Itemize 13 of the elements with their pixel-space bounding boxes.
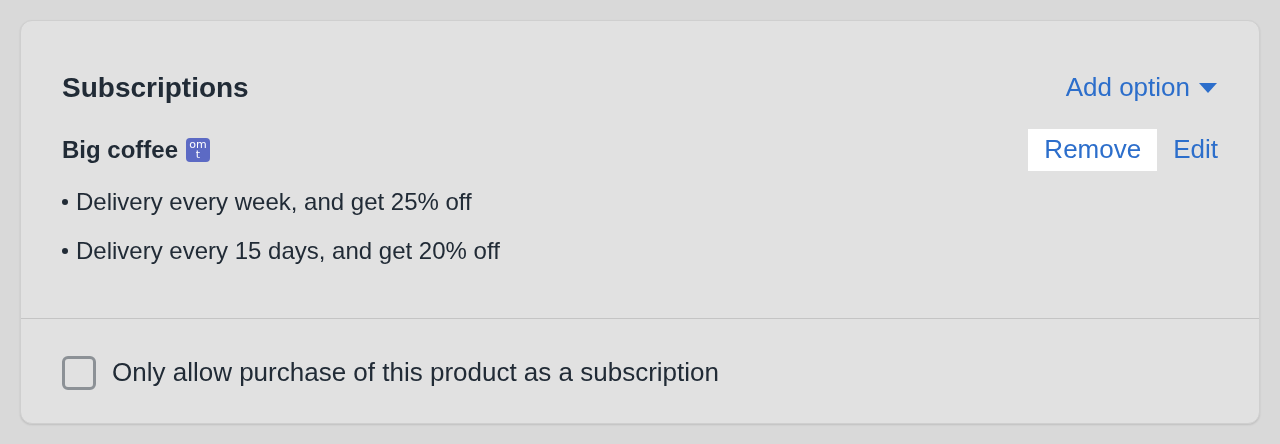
action-link[interactable]: Remove [1028,129,1158,171]
bullet-icon [62,247,68,254]
checkbox[interactable] [62,355,96,390]
action-link[interactable]: Edit [1157,129,1234,171]
app-logo-icon: om t [186,137,210,162]
add-option-dropdown[interactable]: Add option [1049,67,1218,109]
card-title: Subscriptions [62,71,249,105]
option-text: Delivery every week, and get 25% off [76,186,472,217]
caret-icon [1198,82,1218,94]
plan-name: Big coffee [62,134,178,165]
checkbox-label: Only allow purchase of this product as a subscription [112,356,719,389]
bullet-icon [62,198,68,205]
option-text: Delivery every 15 days, and get 20% off [76,235,500,266]
